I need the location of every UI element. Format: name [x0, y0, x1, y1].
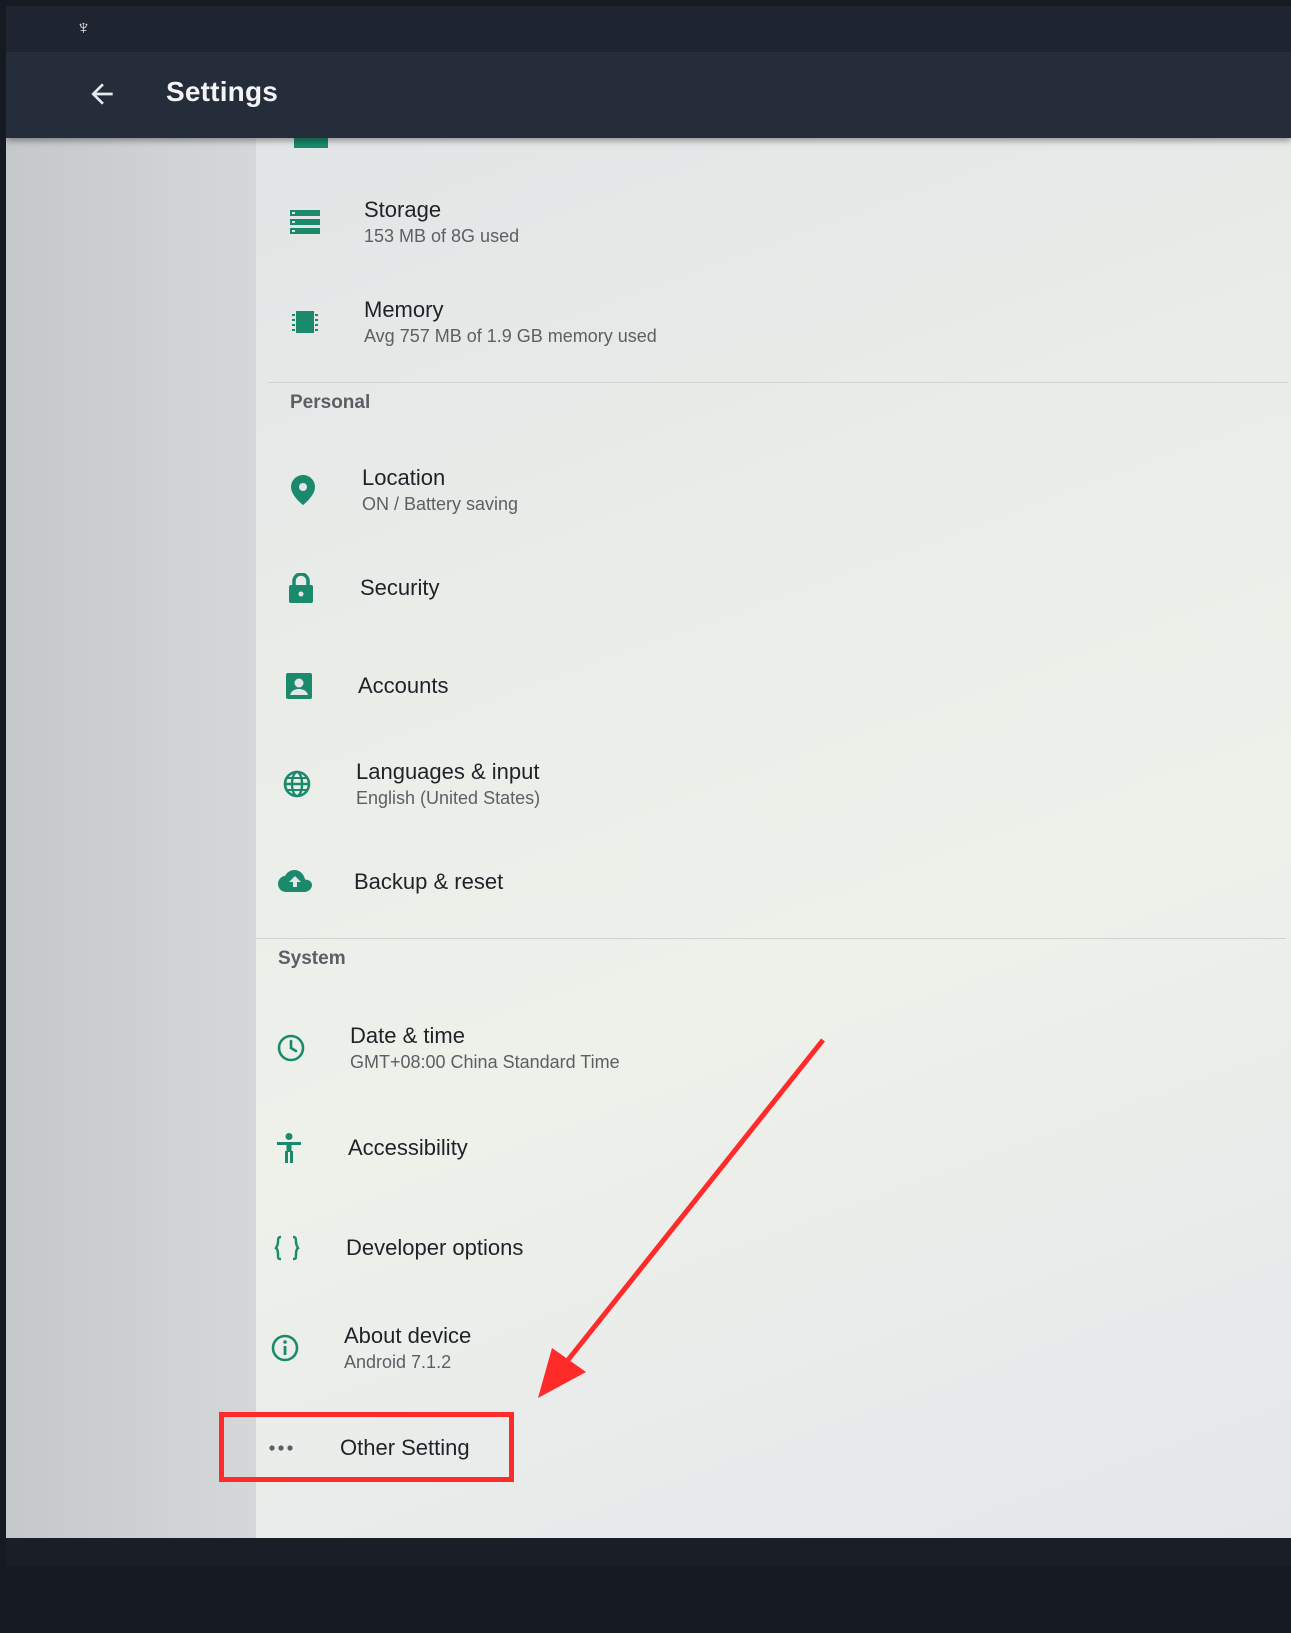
item-title: Date & time [350, 1023, 465, 1048]
item-title: Location [362, 465, 446, 490]
item-title: Security [360, 575, 440, 600]
clock-icon [274, 1031, 308, 1065]
code-braces-icon [270, 1231, 304, 1265]
memory-icon [288, 305, 322, 339]
item-title: Backup & reset [354, 869, 504, 894]
page-title: Settings [166, 76, 279, 107]
back-arrow-icon[interactable] [86, 78, 118, 110]
item-title: Accounts [358, 673, 449, 698]
item-title: About device [344, 1323, 472, 1348]
item-title: Memory [364, 297, 444, 322]
accessibility-icon [272, 1131, 306, 1165]
item-title: Developer options [346, 1235, 524, 1260]
status-bar: ♆ [6, 6, 1291, 52]
settings-item-storage[interactable]: Storage 153 MB of 8G used [288, 182, 1188, 262]
account-icon [282, 669, 316, 703]
item-summary: ON / Battery saving [362, 494, 519, 514]
item-title: Languages & input [356, 759, 540, 784]
device-screen: ♆ Settings Storage 153 MB of 8G used Mem… [6, 6, 1291, 1566]
section-divider [256, 938, 1286, 939]
settings-item-accounts[interactable]: Accounts [282, 646, 1182, 726]
annotation-highlight-box [219, 1412, 514, 1482]
settings-item-backup[interactable]: Backup & reset [278, 842, 1178, 922]
storage-icon [288, 205, 322, 239]
screen-bezel [6, 1538, 1291, 1566]
settings-item-languages[interactable]: Languages & input English (United States… [280, 744, 1180, 824]
location-pin-icon [286, 473, 320, 507]
section-header-personal: Personal [290, 392, 371, 413]
settings-item-date-time[interactable]: Date & time GMT+08:00 China Standard Tim… [274, 1008, 1174, 1088]
item-summary: Avg 757 MB of 1.9 GB memory used [364, 326, 657, 346]
settings-item-security[interactable]: Security [284, 548, 1184, 628]
item-summary: GMT+08:00 China Standard Time [350, 1052, 620, 1072]
settings-item-developer[interactable]: Developer options [270, 1208, 1170, 1288]
item-summary: English (United States) [356, 788, 541, 808]
settings-item-memory[interactable]: Memory Avg 757 MB of 1.9 GB memory used [288, 282, 1188, 362]
lock-icon [284, 571, 318, 605]
app-bar: Settings [6, 52, 1291, 138]
info-icon [268, 1331, 302, 1365]
section-header-system: System [278, 948, 346, 969]
item-summary: Android 7.1.2 [344, 1352, 452, 1372]
item-title: Storage [364, 197, 442, 222]
item-summary: 153 MB of 8G used [364, 226, 520, 246]
settings-item-location[interactable]: Location ON / Battery saving [286, 450, 1186, 530]
settings-item-accessibility[interactable]: Accessibility [272, 1108, 1172, 1188]
globe-icon [280, 767, 314, 801]
left-pane [6, 138, 261, 1538]
usb-icon: ♆ [76, 17, 91, 39]
cloud-upload-icon [278, 865, 312, 899]
item-title: Accessibility [348, 1135, 468, 1160]
section-divider [268, 382, 1288, 383]
settings-item-about[interactable]: About device Android 7.1.2 [268, 1308, 1168, 1388]
